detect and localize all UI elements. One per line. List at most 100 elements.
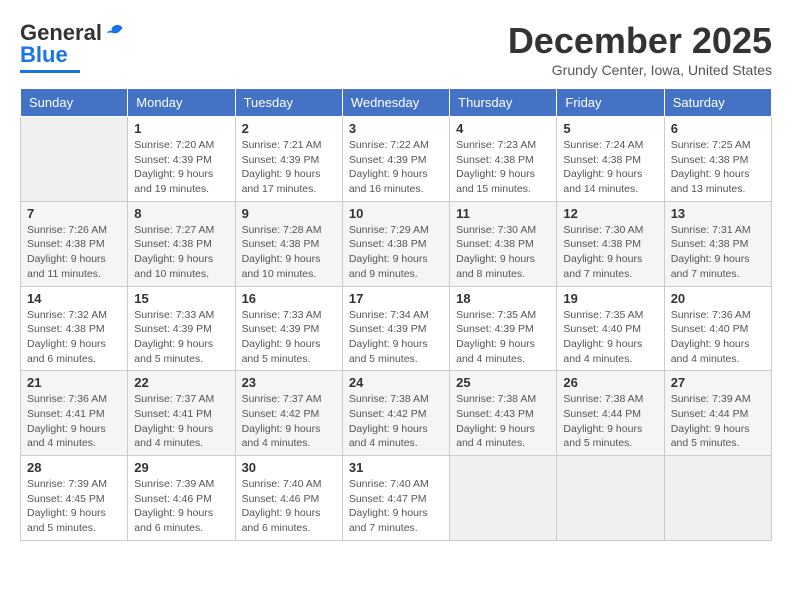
day-info: Sunrise: 7:27 AMSunset: 4:38 PMDaylight:…	[134, 223, 228, 282]
day-number: 27	[671, 375, 765, 390]
day-info: Sunrise: 7:39 AMSunset: 4:44 PMDaylight:…	[671, 392, 765, 451]
day-number: 25	[456, 375, 550, 390]
day-info: Sunrise: 7:40 AMSunset: 4:47 PMDaylight:…	[349, 477, 443, 536]
table-row: 13 Sunrise: 7:31 AMSunset: 4:38 PMDaylig…	[664, 201, 771, 286]
table-row: 20 Sunrise: 7:36 AMSunset: 4:40 PMDaylig…	[664, 286, 771, 371]
col-thursday: Thursday	[450, 89, 557, 117]
day-info: Sunrise: 7:21 AMSunset: 4:39 PMDaylight:…	[242, 138, 336, 197]
table-row: 8 Sunrise: 7:27 AMSunset: 4:38 PMDayligh…	[128, 201, 235, 286]
day-info: Sunrise: 7:37 AMSunset: 4:41 PMDaylight:…	[134, 392, 228, 451]
day-info: Sunrise: 7:39 AMSunset: 4:45 PMDaylight:…	[27, 477, 121, 536]
day-info: Sunrise: 7:31 AMSunset: 4:38 PMDaylight:…	[671, 223, 765, 282]
day-number: 29	[134, 460, 228, 475]
day-info: Sunrise: 7:26 AMSunset: 4:38 PMDaylight:…	[27, 223, 121, 282]
day-info: Sunrise: 7:30 AMSunset: 4:38 PMDaylight:…	[456, 223, 550, 282]
table-row: 22 Sunrise: 7:37 AMSunset: 4:41 PMDaylig…	[128, 371, 235, 456]
day-info: Sunrise: 7:39 AMSunset: 4:46 PMDaylight:…	[134, 477, 228, 536]
day-number: 24	[349, 375, 443, 390]
table-row: 24 Sunrise: 7:38 AMSunset: 4:42 PMDaylig…	[342, 371, 449, 456]
day-info: Sunrise: 7:35 AMSunset: 4:39 PMDaylight:…	[456, 308, 550, 367]
table-row: 16 Sunrise: 7:33 AMSunset: 4:39 PMDaylig…	[235, 286, 342, 371]
table-row: 10 Sunrise: 7:29 AMSunset: 4:38 PMDaylig…	[342, 201, 449, 286]
day-number: 7	[27, 206, 121, 221]
table-row: 28 Sunrise: 7:39 AMSunset: 4:45 PMDaylig…	[21, 456, 128, 541]
col-wednesday: Wednesday	[342, 89, 449, 117]
day-number: 12	[563, 206, 657, 221]
table-row: 11 Sunrise: 7:30 AMSunset: 4:38 PMDaylig…	[450, 201, 557, 286]
table-row: 21 Sunrise: 7:36 AMSunset: 4:41 PMDaylig…	[21, 371, 128, 456]
title-block: December 2025 Grundy Center, Iowa, Unite…	[508, 20, 772, 78]
table-row: 14 Sunrise: 7:32 AMSunset: 4:38 PMDaylig…	[21, 286, 128, 371]
table-row	[557, 456, 664, 541]
day-info: Sunrise: 7:30 AMSunset: 4:38 PMDaylight:…	[563, 223, 657, 282]
day-number: 26	[563, 375, 657, 390]
day-info: Sunrise: 7:29 AMSunset: 4:38 PMDaylight:…	[349, 223, 443, 282]
day-number: 5	[563, 121, 657, 136]
day-number: 14	[27, 291, 121, 306]
day-number: 22	[134, 375, 228, 390]
day-number: 11	[456, 206, 550, 221]
table-row: 15 Sunrise: 7:33 AMSunset: 4:39 PMDaylig…	[128, 286, 235, 371]
day-number: 19	[563, 291, 657, 306]
table-row	[664, 456, 771, 541]
col-saturday: Saturday	[664, 89, 771, 117]
table-row: 30 Sunrise: 7:40 AMSunset: 4:46 PMDaylig…	[235, 456, 342, 541]
table-row: 17 Sunrise: 7:34 AMSunset: 4:39 PMDaylig…	[342, 286, 449, 371]
day-number: 31	[349, 460, 443, 475]
day-info: Sunrise: 7:36 AMSunset: 4:40 PMDaylight:…	[671, 308, 765, 367]
table-row: 27 Sunrise: 7:39 AMSunset: 4:44 PMDaylig…	[664, 371, 771, 456]
day-info: Sunrise: 7:40 AMSunset: 4:46 PMDaylight:…	[242, 477, 336, 536]
day-number: 10	[349, 206, 443, 221]
col-friday: Friday	[557, 89, 664, 117]
day-info: Sunrise: 7:38 AMSunset: 4:44 PMDaylight:…	[563, 392, 657, 451]
day-number: 21	[27, 375, 121, 390]
table-row: 6 Sunrise: 7:25 AMSunset: 4:38 PMDayligh…	[664, 117, 771, 202]
day-info: Sunrise: 7:35 AMSunset: 4:40 PMDaylight:…	[563, 308, 657, 367]
table-row	[450, 456, 557, 541]
location-subtitle: Grundy Center, Iowa, United States	[508, 62, 772, 78]
table-row: 19 Sunrise: 7:35 AMSunset: 4:40 PMDaylig…	[557, 286, 664, 371]
calendar-table: Sunday Monday Tuesday Wednesday Thursday…	[20, 88, 772, 541]
day-info: Sunrise: 7:32 AMSunset: 4:38 PMDaylight:…	[27, 308, 121, 367]
day-info: Sunrise: 7:38 AMSunset: 4:43 PMDaylight:…	[456, 392, 550, 451]
day-info: Sunrise: 7:37 AMSunset: 4:42 PMDaylight:…	[242, 392, 336, 451]
day-info: Sunrise: 7:25 AMSunset: 4:38 PMDaylight:…	[671, 138, 765, 197]
day-number: 13	[671, 206, 765, 221]
day-info: Sunrise: 7:33 AMSunset: 4:39 PMDaylight:…	[242, 308, 336, 367]
day-number: 23	[242, 375, 336, 390]
calendar-header-row: Sunday Monday Tuesday Wednesday Thursday…	[21, 89, 772, 117]
logo-blue: Blue	[20, 42, 68, 68]
table-row: 18 Sunrise: 7:35 AMSunset: 4:39 PMDaylig…	[450, 286, 557, 371]
table-row: 3 Sunrise: 7:22 AMSunset: 4:39 PMDayligh…	[342, 117, 449, 202]
table-row: 12 Sunrise: 7:30 AMSunset: 4:38 PMDaylig…	[557, 201, 664, 286]
day-number: 9	[242, 206, 336, 221]
page-header: General Blue December 2025 Grundy Center…	[20, 20, 772, 78]
table-row: 2 Sunrise: 7:21 AMSunset: 4:39 PMDayligh…	[235, 117, 342, 202]
logo: General Blue	[20, 20, 126, 73]
day-number: 2	[242, 121, 336, 136]
col-monday: Monday	[128, 89, 235, 117]
calendar-week-row: 1 Sunrise: 7:20 AMSunset: 4:39 PMDayligh…	[21, 117, 772, 202]
day-number: 16	[242, 291, 336, 306]
day-number: 6	[671, 121, 765, 136]
day-info: Sunrise: 7:34 AMSunset: 4:39 PMDaylight:…	[349, 308, 443, 367]
table-row: 7 Sunrise: 7:26 AMSunset: 4:38 PMDayligh…	[21, 201, 128, 286]
day-number: 17	[349, 291, 443, 306]
day-number: 3	[349, 121, 443, 136]
table-row: 31 Sunrise: 7:40 AMSunset: 4:47 PMDaylig…	[342, 456, 449, 541]
day-number: 20	[671, 291, 765, 306]
day-info: Sunrise: 7:36 AMSunset: 4:41 PMDaylight:…	[27, 392, 121, 451]
table-row: 4 Sunrise: 7:23 AMSunset: 4:38 PMDayligh…	[450, 117, 557, 202]
table-row: 5 Sunrise: 7:24 AMSunset: 4:38 PMDayligh…	[557, 117, 664, 202]
table-row: 9 Sunrise: 7:28 AMSunset: 4:38 PMDayligh…	[235, 201, 342, 286]
day-info: Sunrise: 7:22 AMSunset: 4:39 PMDaylight:…	[349, 138, 443, 197]
day-info: Sunrise: 7:20 AMSunset: 4:39 PMDaylight:…	[134, 138, 228, 197]
day-info: Sunrise: 7:33 AMSunset: 4:39 PMDaylight:…	[134, 308, 228, 367]
day-number: 1	[134, 121, 228, 136]
day-info: Sunrise: 7:23 AMSunset: 4:38 PMDaylight:…	[456, 138, 550, 197]
day-number: 28	[27, 460, 121, 475]
table-row: 29 Sunrise: 7:39 AMSunset: 4:46 PMDaylig…	[128, 456, 235, 541]
logo-underline	[20, 70, 80, 73]
day-info: Sunrise: 7:38 AMSunset: 4:42 PMDaylight:…	[349, 392, 443, 451]
logo-bird-icon	[104, 23, 126, 43]
